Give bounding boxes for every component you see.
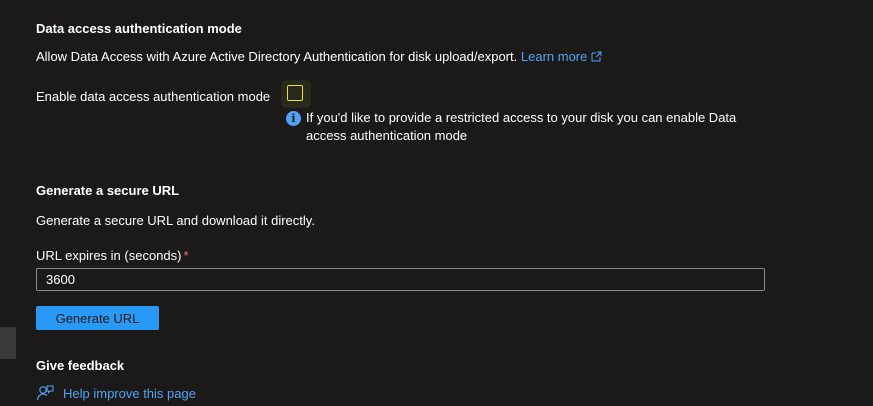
expires-seconds-input[interactable]	[36, 268, 765, 291]
page: Data access authentication mode Allow Da…	[0, 0, 873, 406]
secure-url-title: Generate a secure URL	[36, 183, 180, 198]
data-access-description-row: Allow Data Access with Azure Active Dire…	[36, 49, 602, 65]
generate-url-button[interactable]: Generate URL	[36, 306, 159, 330]
secure-url-description: Generate a secure URL and download it di…	[36, 213, 315, 228]
info-icon: i	[286, 111, 301, 126]
required-marker: *	[183, 248, 189, 263]
learn-more-label: Learn more	[520, 49, 588, 64]
info-message: If you'd like to provide a restricted ac…	[306, 110, 737, 143]
feedback-title: Give feedback	[36, 358, 125, 373]
learn-more-link[interactable]: Learn more	[521, 49, 602, 64]
external-link-icon	[591, 50, 602, 65]
enable-auth-label: Enable data access authentication mode	[36, 89, 271, 104]
data-access-description: Allow Data Access with Azure Active Dire…	[36, 49, 518, 64]
help-improve-label: Help improve this page	[63, 385, 196, 401]
feedback-person-icon	[36, 384, 54, 402]
help-improve-link[interactable]: Help improve this page	[36, 384, 196, 402]
expires-label: URL expires in (seconds)	[36, 248, 182, 263]
data-access-title: Data access authentication mode	[36, 21, 242, 36]
enable-auth-checkbox[interactable]	[287, 85, 303, 101]
side-scroll-handle[interactable]	[0, 327, 16, 359]
expires-label-row: URL expires in (seconds) *	[36, 248, 189, 263]
